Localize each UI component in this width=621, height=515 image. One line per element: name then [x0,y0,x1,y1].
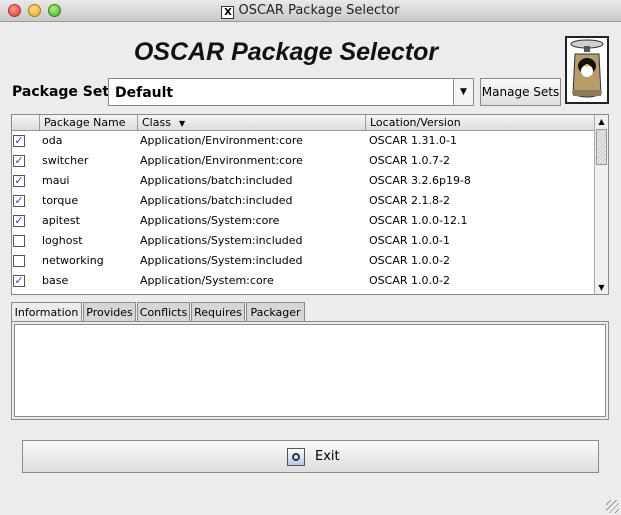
table-row[interactable]: ✓ oda Application/Environment:core OSCAR… [12,131,594,151]
table-row[interactable]: networking Applications/System:included … [12,251,594,271]
tab-packager[interactable]: Packager [246,302,305,322]
x11-icon: X [221,6,235,19]
package-name-cell: loghost [42,234,83,247]
information-text-area[interactable] [14,324,606,417]
column-header-class[interactable]: Class ▼ [138,115,366,130]
table-scrollbar[interactable]: ▲ ▼ [594,115,608,294]
title-bar: X OSCAR Package Selector [0,0,621,22]
package-table: Package Name Class ▼ Location/Version ✓ o… [11,114,609,295]
select-checkbox[interactable]: ✓ [13,175,25,187]
table-header: Package Name Class ▼ Location/Version [12,115,594,131]
package-set-label: Package Set: [12,84,115,100]
scroll-thumb[interactable] [596,129,607,165]
manage-sets-button[interactable]: Manage Sets [480,78,561,106]
class-cell: Applications/batch:included [140,174,293,187]
package-name-cell: switcher [42,154,89,167]
tab-information[interactable]: Information [11,302,82,323]
select-checkbox[interactable]: ✓ [13,215,25,227]
sort-descending-icon: ▼ [178,119,186,128]
class-cell: Application/Environment:core [140,154,303,167]
select-checkbox[interactable]: ✓ [13,135,25,147]
select-checkbox[interactable]: ✓ [13,275,25,287]
class-cell: Application/Environment:core [140,134,303,147]
class-cell: Application/System:core [140,274,274,287]
page-title: OSCAR Package Selector [133,38,439,66]
class-cell: Applications/System:core [140,214,280,227]
tab-conflicts[interactable]: Conflicts [137,302,190,322]
table-row[interactable]: ✓ apitest Applications/System:core OSCAR… [12,211,594,231]
package-name-cell: base [42,274,69,287]
window-title-wrap: X OSCAR Package Selector [0,0,621,22]
oscar-logo-icon [565,36,609,104]
table-row[interactable]: ✓ base Application/System:core OSCAR 1.0… [12,271,594,291]
column-header-package-name[interactable]: Package Name [40,115,138,130]
class-cell: Applications/batch:included [140,194,293,207]
select-checkbox[interactable]: ✓ [13,195,25,207]
column-header-class-label: Class [142,116,171,129]
scroll-up-icon[interactable]: ▲ [595,115,608,128]
tab-panel [11,321,609,420]
table-body: ✓ oda Application/Environment:core OSCAR… [12,131,594,291]
package-name-cell: networking [42,254,104,267]
class-cell: Applications/System:included [140,234,303,247]
resize-grip-icon[interactable] [606,500,619,513]
column-header-select[interactable] [12,115,40,130]
tab-provides[interactable]: Provides [83,302,136,322]
package-set-value: Default [115,85,174,101]
select-checkbox[interactable] [13,255,25,267]
exit-button[interactable]: Exit [22,440,599,473]
tab-requires[interactable]: Requires [191,302,245,322]
exit-label: Exit [315,449,340,464]
location-version-cell: OSCAR 1.0.7-2 [369,154,450,167]
column-header-location-version[interactable]: Location/Version [366,115,594,130]
location-version-cell: OSCAR 1.31.0-1 [369,134,457,147]
package-name-cell: apitest [42,214,80,227]
chevron-down-icon[interactable]: ▼ [453,79,473,105]
window-title: OSCAR Package Selector [238,3,400,18]
class-cell: Applications/System:included [140,254,303,267]
package-set-select[interactable]: Default ▼ [108,78,474,106]
table-row[interactable]: ✓ torque Applications/batch:included OSC… [12,191,594,211]
table-row[interactable]: ✓ switcher Application/Environment:core … [12,151,594,171]
location-version-cell: OSCAR 2.1.8-2 [369,194,450,207]
app-window: X OSCAR Package Selector OSCAR Package Se… [0,0,621,515]
select-checkbox[interactable] [13,235,25,247]
table-row[interactable]: ✓ maui Applications/batch:included OSCAR… [12,171,594,191]
location-version-cell: OSCAR 1.0.0-12.1 [369,214,468,227]
location-version-cell: OSCAR 1.0.0-1 [369,234,450,247]
location-version-cell: OSCAR 1.0.0-2 [369,254,450,267]
package-name-cell: maui [42,174,70,187]
location-version-cell: OSCAR 1.0.0-2 [369,274,450,287]
location-version-cell: OSCAR 3.2.6p19-8 [369,174,471,187]
scroll-down-icon[interactable]: ▼ [595,281,608,294]
manage-sets-label: Manage Sets [481,85,560,99]
exit-icon [287,448,305,466]
column-header-package-name-label: Package Name [44,116,126,129]
column-header-location-version-label: Location/Version [370,116,461,129]
select-checkbox[interactable]: ✓ [13,155,25,167]
table-row[interactable]: loghost Applications/System:included OSC… [12,231,594,251]
package-name-cell: oda [42,134,63,147]
package-name-cell: torque [42,194,79,207]
